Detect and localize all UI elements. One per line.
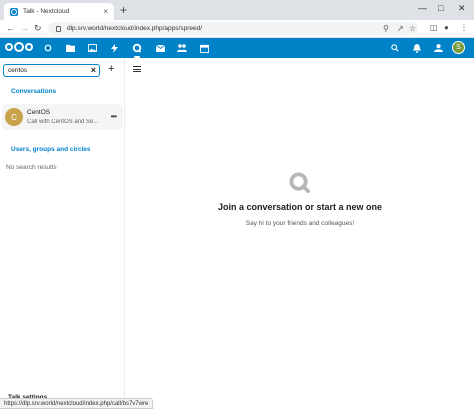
conversation-avatar: C (5, 108, 23, 126)
no-search-results: No search results (6, 164, 57, 171)
conversation-list-panel: × + Conversations C CentOS Call with Cen… (0, 58, 125, 409)
reload-icon[interactable]: ↻ (34, 23, 42, 34)
nextcloud-header: S (0, 38, 474, 58)
hamburger-menu-icon[interactable] (133, 66, 141, 72)
photos-icon[interactable] (86, 42, 98, 54)
address-bar[interactable]: dlp.srv.world/nextcloud/index.php/apps/s… (48, 22, 418, 35)
new-tab-button[interactable]: + (120, 4, 127, 16)
forward-arrow-icon[interactable]: → (20, 23, 29, 34)
notifications-bell-icon[interactable] (411, 42, 423, 54)
menu-kebab-icon[interactable]: ⋮ (460, 23, 468, 33)
contacts-menu-icon[interactable] (432, 42, 444, 54)
new-conversation-button[interactable]: + (108, 63, 114, 76)
bookmark-star-icon[interactable]: ☆ (409, 24, 416, 34)
url-text: dlp.srv.world/nextcloud/index.php/apps/s… (67, 25, 203, 32)
close-window-icon[interactable]: ✕ (458, 3, 466, 13)
lock-icon (56, 25, 61, 32)
share-icon[interactable]: ↗ (397, 24, 404, 34)
empty-content-title: Join a conversation or start a new one (217, 202, 383, 212)
tab-close-button[interactable]: × (103, 7, 108, 16)
files-icon[interactable] (64, 42, 76, 54)
browser-tab-bar: Talk - Nextcloud × + — □ ✕ (0, 0, 474, 20)
conversation-name: CentOS (27, 109, 51, 116)
user-avatar[interactable]: S (452, 41, 465, 54)
conversation-subtitle: Call with CentOS and Se... (27, 119, 99, 125)
minimize-icon[interactable]: — (418, 3, 427, 13)
tab-title: Talk - Nextcloud (23, 8, 70, 15)
profile-icon[interactable]: ● (444, 23, 449, 33)
users-groups-heading: Users, groups and circles (11, 146, 91, 153)
contacts-icon[interactable] (176, 42, 188, 54)
nextcloud-logo[interactable] (5, 42, 33, 52)
search-icon[interactable] (389, 42, 401, 54)
main-content: Join a conversation or start a new one S… (126, 58, 474, 409)
back-arrow-icon[interactable]: ← (6, 23, 15, 34)
sidebar-panel-icon[interactable]: ◫ (430, 23, 438, 33)
zoom-icon[interactable]: ⚲ (383, 24, 389, 34)
clear-search-icon[interactable]: × (91, 65, 96, 76)
conversation-menu-icon[interactable]: ••• (111, 112, 117, 121)
activity-icon[interactable] (108, 42, 120, 54)
status-bar-url: https://dlp.srv.world/nextcloud/index.ph… (0, 398, 154, 409)
talk-logo-icon (289, 172, 311, 194)
talk-icon[interactable] (131, 42, 143, 58)
nextcloud-favicon-icon (10, 7, 18, 16)
search-box[interactable]: × (3, 64, 100, 77)
calendar-icon[interactable] (198, 42, 210, 54)
mail-icon[interactable] (154, 42, 166, 54)
empty-content-subtitle: Say hi to your friends and colleagues! (245, 220, 355, 227)
dashboard-icon[interactable] (42, 42, 54, 54)
conversations-heading: Conversations (11, 88, 57, 95)
maximize-icon[interactable]: □ (438, 3, 443, 13)
conversation-item[interactable]: C CentOS Call with CentOS and Se... ••• (2, 104, 123, 130)
browser-tab[interactable]: Talk - Nextcloud × (4, 3, 114, 20)
browser-toolbar: ← → ↻ dlp.srv.world/nextcloud/index.php/… (0, 20, 474, 38)
search-input[interactable] (8, 67, 88, 74)
